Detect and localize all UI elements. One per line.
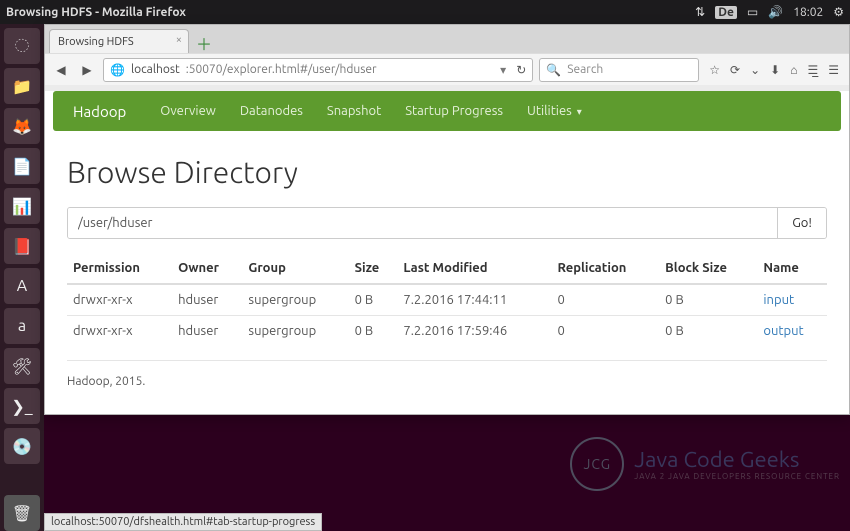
battery-icon[interactable]: ▭: [747, 5, 758, 19]
page-footer: Hadoop, 2015.: [67, 361, 827, 402]
table-header-row: Permission Owner Group Size Last Modifie…: [67, 253, 827, 284]
cell-replication: 0: [551, 316, 659, 347]
toolbar-icons: ☆ ⟳ ⌄ ⬇ ⌂ ☰̲ ☰: [705, 63, 843, 77]
col-permission: Permission: [67, 253, 172, 284]
firefox-navbar: ◀ ▶ 🌐 localhost :50070/explorer.html#/use…: [45, 53, 849, 85]
close-tab-icon[interactable]: ×: [176, 34, 182, 46]
cell-owner: hduser: [172, 316, 242, 347]
col-size: Size: [349, 253, 398, 284]
disk-icon[interactable]: 💿: [4, 428, 40, 464]
watermark-text: Java Code Geeks JAVA 2 JAVA DEVELOPERS R…: [634, 447, 840, 481]
watermark: JCG Java Code Geeks JAVA 2 JAVA DEVELOPE…: [570, 437, 840, 491]
writer-icon[interactable]: 📄: [4, 148, 40, 184]
files-icon[interactable]: 📁: [4, 68, 40, 104]
forward-button[interactable]: ▶: [77, 60, 97, 80]
tab-title: Browsing HDFS: [58, 36, 134, 48]
firefox-window: Browsing HDFS × ＋ ◀ ▶ 🌐 localhost :50070/…: [44, 24, 850, 415]
software-center-icon[interactable]: A: [4, 268, 40, 304]
back-button[interactable]: ◀: [51, 60, 71, 80]
clock[interactable]: 18:02: [793, 6, 823, 19]
bookmark-star-icon[interactable]: ☆: [709, 63, 720, 77]
cell-replication: 0: [551, 284, 659, 316]
nav-datanodes[interactable]: Datanodes: [240, 104, 303, 118]
nav-startup-progress[interactable]: Startup Progress: [405, 104, 503, 118]
url-dropdown-icon[interactable]: ▾: [500, 63, 506, 77]
nav-utilities[interactable]: Utilities ▾: [527, 104, 582, 118]
cell-group: supergroup: [242, 284, 348, 316]
cell-block-size: 0 B: [659, 316, 757, 347]
indicator-area: ⇅ De ▭ 🔊 18:02 ⚙: [695, 5, 844, 19]
path-input[interactable]: [68, 208, 777, 238]
dir-link[interactable]: input: [763, 293, 794, 307]
settings-icon[interactable]: 🛠: [4, 348, 40, 384]
watermark-logo: JCG: [570, 437, 624, 491]
dash-icon[interactable]: ◌: [4, 28, 40, 64]
col-block-size: Block Size: [659, 253, 757, 284]
path-browse-bar: Go!: [67, 207, 827, 239]
os-top-panel: Browsing HDFS - Mozilla Firefox ⇅ De ▭ 🔊…: [0, 0, 850, 24]
go-button[interactable]: Go!: [777, 208, 826, 238]
pocket-icon[interactable]: ⌄: [750, 63, 760, 77]
brand-label[interactable]: Hadoop: [73, 103, 126, 120]
cell-name: output: [757, 316, 827, 347]
trash-icon[interactable]: 🗑: [4, 495, 40, 531]
col-last-modified: Last Modified: [397, 253, 551, 284]
menu-icon[interactable]: ☰: [828, 63, 839, 77]
firefox-tabbar: Browsing HDFS × ＋: [45, 25, 849, 53]
cell-name: input: [757, 284, 827, 316]
browser-tab[interactable]: Browsing HDFS ×: [49, 29, 189, 53]
col-name: Name: [757, 253, 827, 284]
unity-launcher: ◌ 📁 🦊 📄 📊 📕 A a 🛠 ❯_ 💿 🗑: [0, 24, 44, 531]
cell-size: 0 B: [349, 316, 398, 347]
table-row: drwxr-xr-x hduser supergroup 0 B 7.2.201…: [67, 284, 827, 316]
gear-icon[interactable]: ⚙: [833, 5, 844, 19]
amazon-icon[interactable]: a: [4, 308, 40, 344]
nav-overview[interactable]: Overview: [160, 104, 216, 118]
search-bar[interactable]: 🔍 Search: [539, 58, 699, 82]
table-row: drwxr-xr-x hduser supergroup 0 B 7.2.201…: [67, 316, 827, 347]
calc-icon[interactable]: 📊: [4, 188, 40, 224]
watermark-subtitle: JAVA 2 JAVA DEVELOPERS RESOURCE CENTER: [634, 472, 840, 481]
col-replication: Replication: [551, 253, 659, 284]
url-path: :50070/explorer.html#/user/hduser: [186, 63, 377, 76]
impress-icon[interactable]: 📕: [4, 228, 40, 264]
cell-modified: 7.2.2016 17:59:46: [397, 316, 551, 347]
new-tab-button[interactable]: ＋: [193, 33, 215, 53]
page-content: Hadoop Overview Datanodes Snapshot Start…: [45, 91, 849, 414]
downloads-icon[interactable]: ⬇: [770, 63, 780, 77]
home-icon[interactable]: ⌂: [790, 63, 797, 77]
hadoop-navbar: Hadoop Overview Datanodes Snapshot Start…: [53, 91, 841, 131]
directory-table: Permission Owner Group Size Last Modifie…: [67, 253, 827, 346]
reload-icon[interactable]: ↻: [516, 63, 526, 77]
page-title: Browse Directory: [67, 155, 827, 189]
col-owner: Owner: [172, 253, 242, 284]
cell-permission: drwxr-xr-x: [67, 316, 172, 347]
window-title: Browsing HDFS - Mozilla Firefox: [6, 6, 695, 19]
watermark-title: Java Code Geeks: [634, 447, 840, 472]
desktop: Browsing HDFS × ＋ ◀ ▶ 🌐 localhost:50070/…: [44, 24, 850, 531]
network-icon[interactable]: ⇅: [695, 5, 705, 19]
cell-size: 0 B: [349, 284, 398, 316]
cell-modified: 7.2.2016 17:44:11: [397, 284, 551, 316]
url-bar[interactable]: 🌐 localhost :50070/explorer.html#/user/hd…: [103, 58, 533, 82]
volume-icon[interactable]: 🔊: [768, 5, 783, 19]
globe-icon: 🌐: [110, 63, 125, 77]
cell-group: supergroup: [242, 316, 348, 347]
sync-icon[interactable]: ⟳: [730, 63, 740, 77]
status-bar: localhost:50070/dfshealth.html#tab-start…: [44, 513, 322, 531]
search-icon: 🔍: [546, 63, 561, 77]
keyboard-indicator[interactable]: De: [715, 6, 737, 19]
dir-link[interactable]: output: [763, 324, 803, 338]
url-host: localhost: [131, 63, 180, 76]
firefox-icon[interactable]: 🦊: [4, 108, 40, 144]
chevron-down-icon: ▾: [577, 106, 582, 117]
terminal-icon[interactable]: ❯_: [4, 388, 40, 424]
cell-owner: hduser: [172, 284, 242, 316]
col-group: Group: [242, 253, 348, 284]
cell-block-size: 0 B: [659, 284, 757, 316]
chat-icon[interactable]: ☰̲: [807, 63, 818, 77]
nav-snapshot[interactable]: Snapshot: [327, 104, 381, 118]
cell-permission: drwxr-xr-x: [67, 284, 172, 316]
search-placeholder: Search: [567, 63, 603, 76]
